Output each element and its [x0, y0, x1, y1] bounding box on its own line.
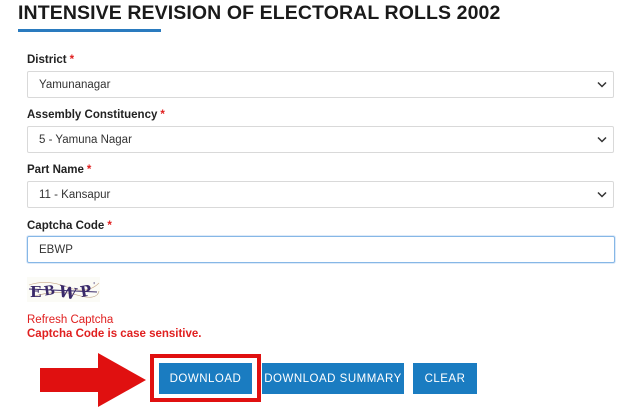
captcha-label: Captcha Code * [27, 220, 112, 232]
required-mark: * [107, 220, 112, 232]
svg-text:E: E [30, 283, 41, 301]
title-underline [18, 29, 161, 32]
district-label-text: District [27, 54, 67, 66]
chevron-down-icon [597, 81, 607, 88]
district-select[interactable]: Yamunanagar [27, 71, 614, 98]
captcha-image: E B W P ' [27, 277, 100, 302]
chevron-down-icon [597, 191, 607, 198]
page-title: INTENSIVE REVISION OF ELECTORAL ROLLS 20… [18, 2, 501, 24]
clear-button[interactable]: CLEAR [413, 363, 477, 394]
part-select-value: 11 - Kansapur [39, 188, 111, 201]
part-select[interactable]: 11 - Kansapur [27, 181, 614, 208]
district-label: District * [27, 54, 74, 66]
district-select-value: Yamunanagar [39, 78, 111, 91]
assembly-select-value: 5 - Yamuna Nagar [39, 133, 132, 146]
download-highlight-box [150, 354, 261, 402]
captcha-case-note: Captcha Code is case sensitive. [27, 328, 202, 340]
download-summary-button[interactable]: DOWNLOAD SUMMARY [262, 363, 404, 394]
chevron-down-icon [597, 136, 607, 143]
part-label: Part Name * [27, 164, 91, 176]
red-arrow-icon [40, 353, 146, 407]
part-label-text: Part Name [27, 164, 84, 176]
captcha-label-text: Captcha Code [27, 220, 105, 232]
assembly-label-text: Assembly Constituency [27, 109, 158, 121]
svg-text:B: B [43, 283, 56, 299]
svg-text:': ' [93, 281, 95, 290]
required-mark: * [86, 164, 92, 176]
refresh-captcha-link[interactable]: Refresh Captcha [27, 314, 113, 326]
captcha-input[interactable] [27, 236, 615, 263]
required-mark: * [160, 109, 165, 121]
required-mark: * [69, 54, 75, 66]
assembly-label: Assembly Constituency * [27, 109, 165, 121]
assembly-select[interactable]: 5 - Yamuna Nagar [27, 126, 614, 153]
